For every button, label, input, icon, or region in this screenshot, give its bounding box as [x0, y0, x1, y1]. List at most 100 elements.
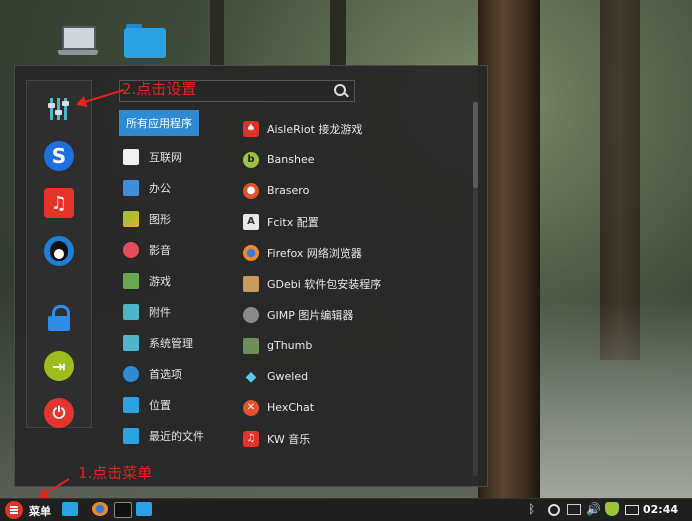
preferences-gear-icon [123, 365, 139, 382]
category-label: 首选项 [149, 367, 182, 381]
multimedia-icon [123, 241, 139, 258]
category-label: 影音 [149, 243, 171, 257]
display-icon[interactable] [567, 504, 581, 515]
annotation-step1: 1.点击菜单 [78, 464, 153, 482]
app-brasero[interactable]: ● Brasero [243, 175, 473, 206]
taskbar: 菜单 ᛒ 🔊 02:44 [0, 498, 692, 521]
banshee-icon: b [243, 151, 259, 168]
fcitx-icon: A [243, 213, 259, 230]
firefox-icon [243, 244, 259, 261]
category-internet[interactable]: 互联网 [119, 141, 229, 172]
category-games[interactable]: 游戏 [119, 265, 229, 296]
category-label: 办公 [149, 181, 171, 195]
logout-icon: ⇥ [52, 356, 66, 376]
app-aisleriot[interactable]: ♠ AisleRiot 接龙游戏 [243, 113, 473, 144]
kw-music-icon: ♫ [243, 430, 259, 447]
office-icon [123, 179, 139, 196]
category-label: 所有应用程序 [119, 110, 199, 136]
music-note-icon: ♫ [50, 192, 68, 214]
qq-penguin-icon [50, 241, 68, 261]
clock[interactable]: 02:44 [643, 503, 678, 516]
app-label: gThumb [267, 339, 313, 352]
category-accessories[interactable]: 附件 [119, 296, 229, 327]
aisleriot-icon: ♠ [243, 120, 259, 137]
qq-button[interactable] [44, 236, 74, 266]
category-system-admin[interactable]: 系统管理 [119, 327, 229, 358]
app-label: Gweled [267, 370, 309, 383]
tree-trunk [330, 0, 346, 70]
accessories-icon [123, 303, 139, 320]
lock-screen-button[interactable] [44, 303, 74, 333]
gimp-icon [243, 306, 259, 323]
app-label: Brasero [267, 184, 310, 197]
show-desktop-folder-icon[interactable] [62, 502, 78, 516]
app-label: KW 音乐 [267, 432, 311, 446]
category-label: 附件 [149, 305, 171, 319]
category-places[interactable]: 位置 [119, 389, 229, 420]
music-button[interactable]: ♫ [44, 188, 74, 218]
skype-button[interactable]: S [44, 141, 74, 171]
category-multimedia[interactable]: 影音 [119, 234, 229, 265]
skype-icon: S [51, 144, 67, 168]
category-label: 位置 [149, 398, 171, 412]
category-recent-files[interactable]: 最近的文件 [119, 420, 229, 451]
menu-button[interactable] [5, 501, 23, 519]
app-gthumb[interactable]: gThumb [243, 330, 473, 361]
power-icon: ⏻ [52, 403, 66, 422]
app-gweled[interactable]: ◆ Gweled [243, 361, 473, 392]
logout-button[interactable]: ⇥ [44, 351, 74, 381]
security-shield-icon[interactable] [605, 502, 619, 516]
category-label: 图形 [149, 212, 171, 226]
gweled-gem-icon: ◆ [245, 368, 257, 385]
app-kw-music[interactable]: ♫ KW 音乐 [243, 423, 473, 454]
brasero-icon: ● [243, 182, 259, 199]
app-firefox[interactable]: Firefox 网络浏览器 [243, 237, 473, 268]
internet-icon [123, 148, 139, 165]
app-label: HexChat [267, 401, 315, 414]
gdebi-package-icon [243, 275, 259, 292]
power-button[interactable]: ⏻ [44, 398, 74, 428]
graphics-icon [123, 210, 139, 227]
menu-label[interactable]: 菜单 [29, 503, 51, 519]
category-label: 互联网 [149, 150, 182, 164]
scrollbar-thumb[interactable] [473, 102, 478, 188]
search-icon[interactable] [334, 84, 346, 96]
bluetooth-icon[interactable]: ᛒ [528, 502, 542, 516]
application-list: ♠ AisleRiot 接龙游戏 b Banshee ● Brasero A F… [243, 113, 473, 454]
network-icon[interactable] [548, 504, 560, 516]
keyboard-icon[interactable] [625, 505, 639, 515]
category-preferences[interactable]: 首选项 [119, 358, 229, 389]
category-graphics[interactable]: 图形 [119, 203, 229, 234]
folder-icon [123, 396, 139, 413]
desktop-home-folder-icon[interactable] [124, 22, 166, 58]
app-gdebi[interactable]: GDebi 软件包安装程序 [243, 268, 473, 299]
annotation-step2: 2.点击设置 [122, 80, 197, 98]
settings-button[interactable] [44, 94, 74, 124]
application-menu: S ♫ ⇥ ⏻ 所有应用程序 互联网 办公 图形 影音 游戏 附件 系统管理 首… [14, 65, 488, 487]
app-gimp[interactable]: GIMP 图片编辑器 [243, 299, 473, 330]
app-label: Firefox 网络浏览器 [267, 246, 362, 260]
app-fcitx-config[interactable]: A Fcitx 配置 [243, 206, 473, 237]
desktop-computer-icon[interactable] [58, 22, 98, 58]
app-label: Fcitx 配置 [267, 215, 319, 229]
app-list-scrollbar[interactable] [473, 102, 478, 476]
category-office[interactable]: 办公 [119, 172, 229, 203]
volume-icon[interactable]: 🔊 [586, 502, 601, 516]
app-label: AisleRiot 接龙游戏 [267, 122, 363, 136]
app-label: GIMP 图片编辑器 [267, 308, 354, 322]
games-icon [123, 272, 139, 289]
category-all-apps[interactable]: 所有应用程序 [119, 110, 229, 136]
app-banshee[interactable]: b Banshee [243, 144, 473, 175]
category-label: 最近的文件 [149, 429, 204, 443]
terminal-launcher-icon[interactable] [114, 502, 132, 518]
system-admin-icon [123, 334, 139, 351]
hexchat-icon: ✕ [243, 399, 259, 416]
category-label: 游戏 [149, 274, 171, 288]
app-label: Banshee [267, 153, 315, 166]
category-list: 所有应用程序 互联网 办公 图形 影音 游戏 附件 系统管理 首选项 位置 最近… [119, 110, 229, 451]
folder-icon [123, 427, 139, 444]
tree-trunk [210, 0, 224, 70]
app-hexchat[interactable]: ✕ HexChat [243, 392, 473, 423]
file-manager-launcher-icon[interactable] [136, 502, 152, 516]
firefox-launcher-icon[interactable] [92, 502, 108, 516]
